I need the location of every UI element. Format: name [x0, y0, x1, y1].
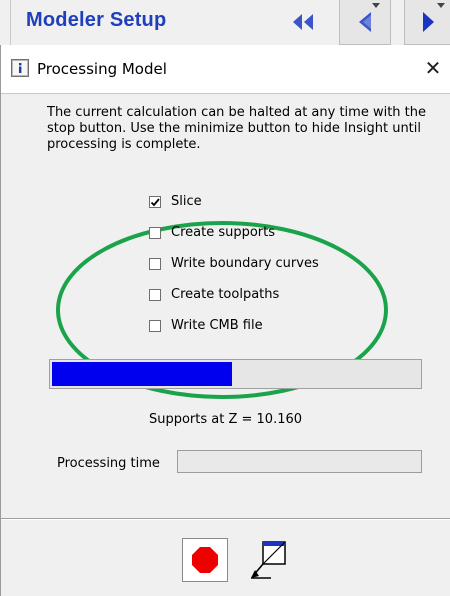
checkbox-unchecked[interactable] — [149, 288, 161, 301]
double-back-arrow-icon — [293, 14, 313, 30]
play-arrow-icon — [423, 12, 434, 32]
checkbox-unchecked[interactable] — [149, 319, 161, 332]
back-dropdown-button[interactable] — [339, 0, 391, 45]
progress-bar — [49, 359, 422, 389]
info-icon — [11, 59, 29, 77]
checkbox-checked[interactable] — [149, 195, 161, 208]
processing-time-label: Processing time — [57, 456, 160, 471]
stop-icon — [192, 547, 218, 573]
close-icon: ✕ — [424, 56, 442, 80]
check-mark-icon — [150, 197, 160, 206]
dialog-titlebar: Processing Model ✕ — [1, 45, 450, 94]
toolbar-title: Modeler Setup — [26, 9, 167, 31]
processing-time-field — [177, 450, 422, 473]
step-label: Write boundary curves — [171, 256, 319, 271]
checkbox-unchecked[interactable] — [149, 257, 161, 270]
toolbar-left-edge — [0, 0, 11, 45]
step-label: Create supports — [171, 225, 276, 240]
rewind-button[interactable] — [272, 0, 334, 44]
checkbox-unchecked[interactable] — [149, 226, 161, 239]
back-arrow-icon — [359, 12, 371, 32]
step-label: Slice — [171, 194, 202, 209]
step-label: Write CMB file — [171, 318, 263, 333]
dialog-title: Processing Model — [37, 60, 167, 78]
step-checklist: Slice Create supports Write boundary curve… — [149, 186, 319, 341]
minimize-button[interactable] — [247, 538, 291, 582]
chevron-down-icon — [437, 3, 445, 8]
divider — [1, 518, 450, 520]
step-checkbox-row[interactable]: Create toolpaths — [149, 279, 319, 310]
progress-bar-fill — [52, 362, 232, 386]
stop-button[interactable] — [182, 538, 228, 582]
step-checkbox-row[interactable]: Write CMB file — [149, 310, 319, 341]
step-checkbox-row[interactable]: Create supports — [149, 217, 319, 248]
dialog-content: The current calculation can be halted at… — [1, 94, 450, 596]
status-text: Supports at Z = 10.160 — [148, 412, 303, 427]
play-dropdown-button[interactable] — [404, 0, 450, 45]
processing-model-dialog: Processing Model ✕ The current calculati… — [0, 45, 450, 596]
step-label: Create toolpaths — [171, 287, 280, 302]
chevron-down-icon — [372, 3, 380, 8]
step-checkbox-row[interactable]: Write boundary curves — [149, 248, 319, 279]
dialog-description: The current calculation can be halted at… — [47, 105, 427, 152]
step-checkbox-row[interactable]: Slice — [149, 186, 319, 217]
modeler-toolbar: Modeler Setup — [0, 0, 450, 45]
minimize-window-icon — [251, 541, 286, 579]
close-button[interactable]: ✕ — [421, 56, 445, 80]
